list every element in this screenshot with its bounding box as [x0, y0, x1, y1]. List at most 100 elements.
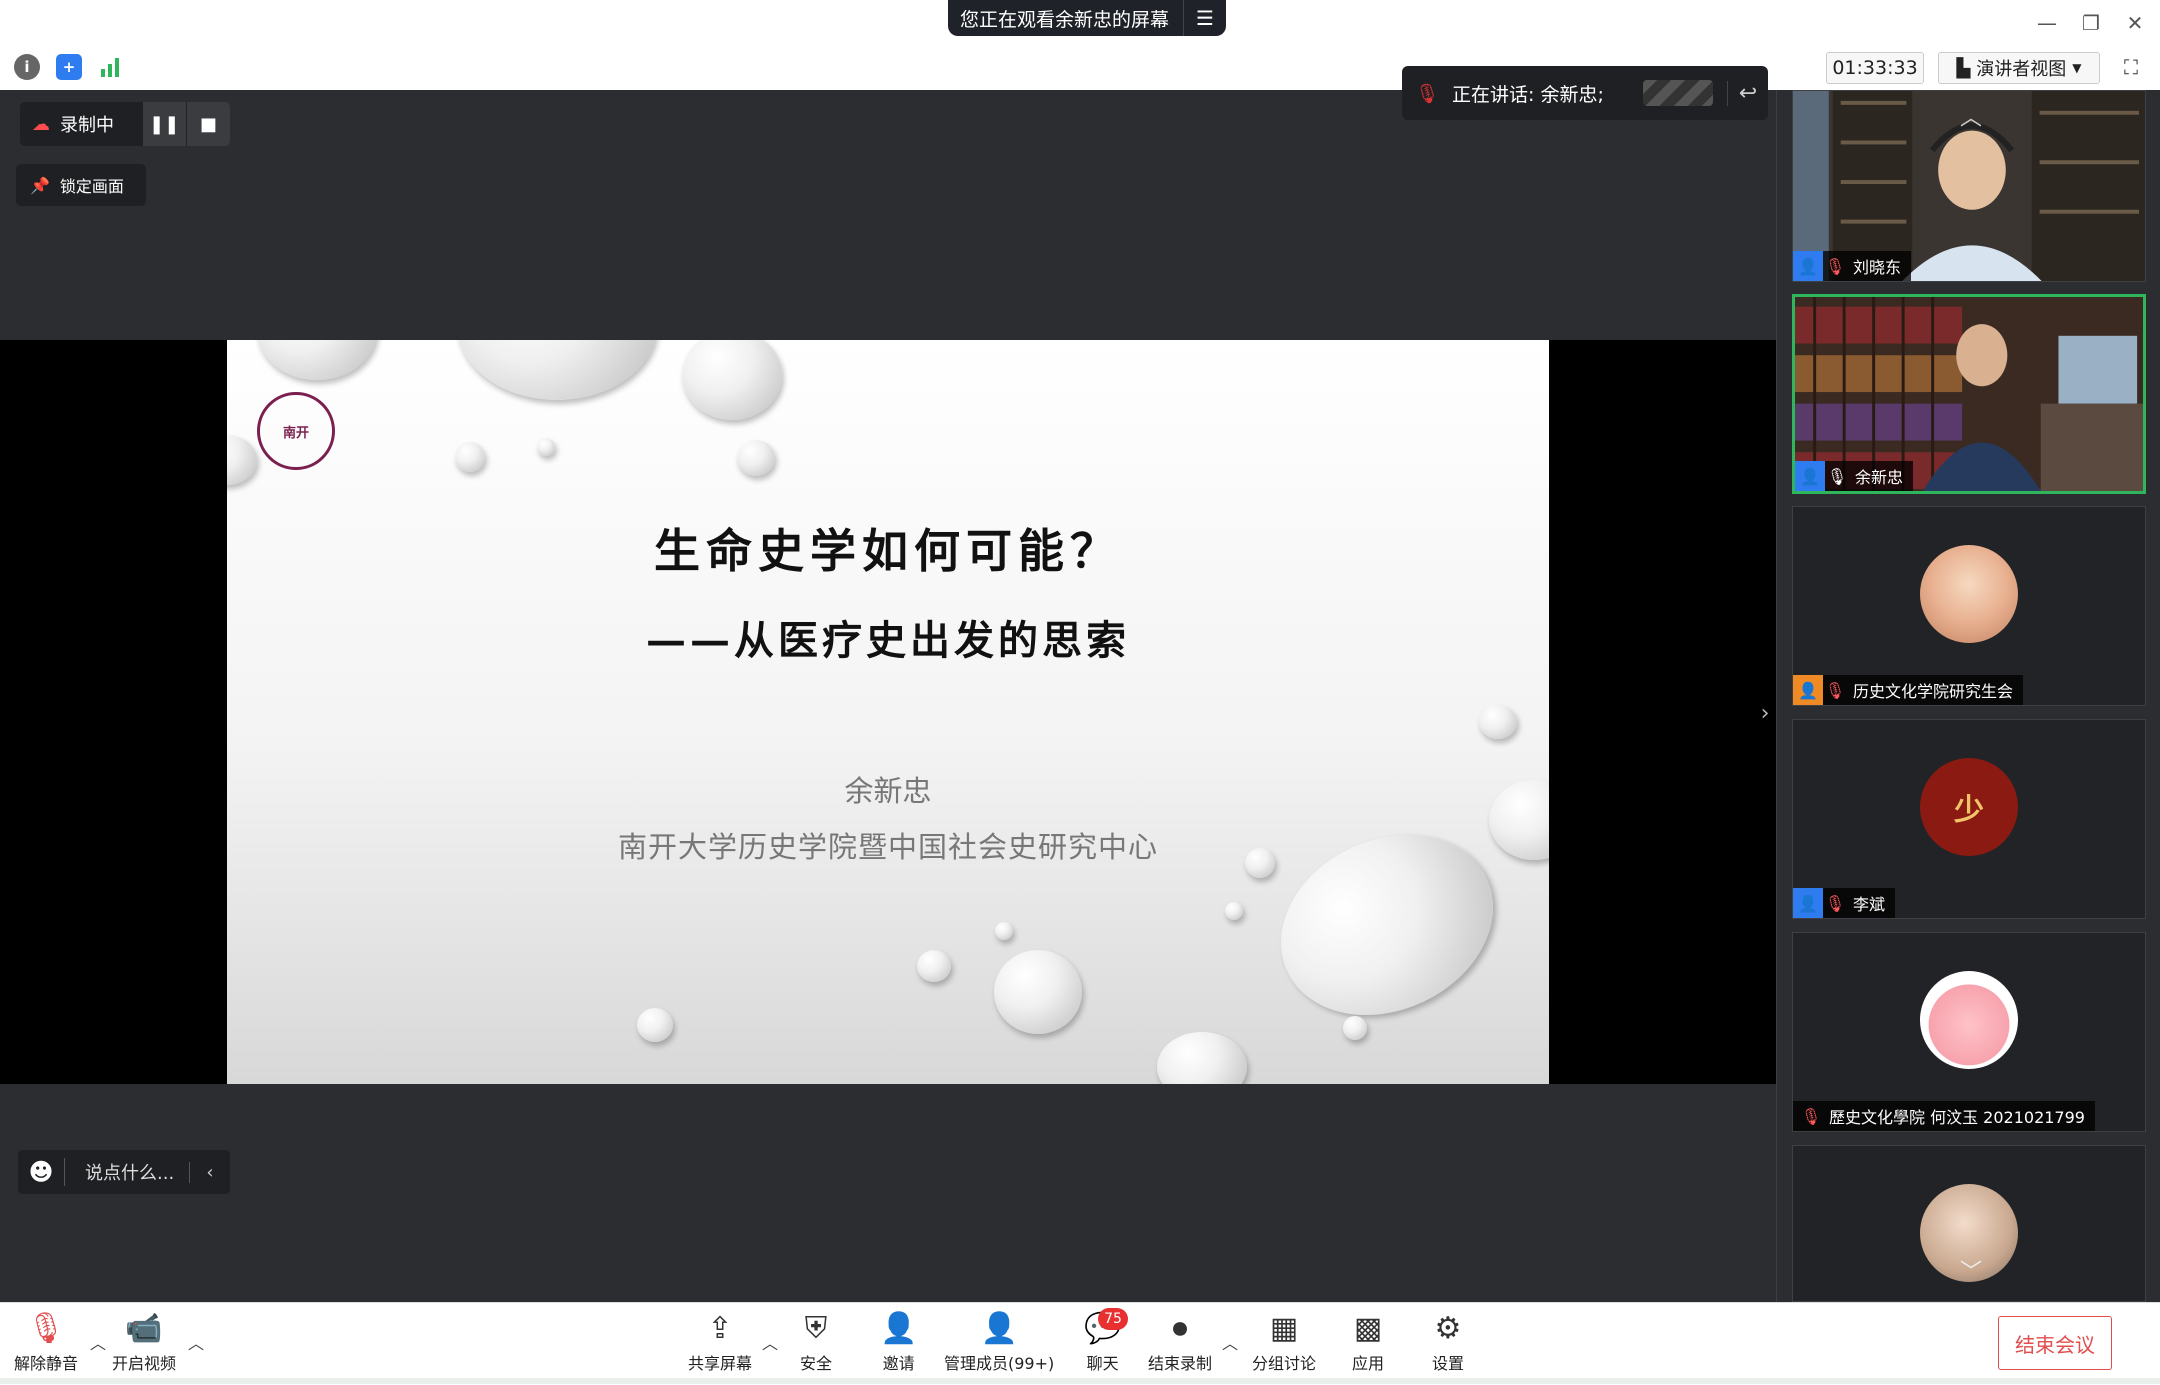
lock-screen-button[interactable]: 📌 锁定画面 — [16, 164, 146, 206]
water-drop — [995, 922, 1013, 940]
mic-muted-icon: 🎙 — [1824, 893, 1846, 913]
participant-role-icon: 👤 — [1795, 461, 1825, 491]
stop-record-icon: ⏺ — [1172, 1311, 1188, 1346]
participant-tile[interactable]: 🎙 歷史文化學院 何汶玉 2021021799 — [1792, 932, 2146, 1132]
collapse-chevron-icon[interactable]: ‹ — [189, 1161, 230, 1183]
reply-icon[interactable]: ↩ — [1727, 80, 1768, 106]
meeting-timer: 01:33:33 — [1826, 52, 1924, 84]
gear-icon: ⚙ — [1434, 1311, 1462, 1346]
apps-button[interactable]: ▩ 应用 — [1352, 1308, 1384, 1374]
panel-toggle-chevron-icon[interactable]: › — [1754, 698, 1776, 728]
restore-button[interactable]: ❐ — [2074, 6, 2108, 40]
pause-recording-button[interactable]: ❚❚ — [142, 102, 186, 146]
mic-active-icon: 🎙 — [1826, 466, 1848, 486]
unmute-label: 解除静音 — [14, 1354, 79, 1373]
manage-members-label: 管理成员(99+) — [944, 1354, 1055, 1373]
info-icon[interactable]: i — [14, 54, 40, 80]
scroll-up-chevron-icon[interactable]: ︿ — [1960, 100, 1982, 132]
water-drop — [994, 950, 1082, 1034]
end-meeting-button[interactable]: 结束会议 — [1998, 1316, 2112, 1370]
breakout-button[interactable]: ▦ 分组讨论 — [1252, 1308, 1316, 1374]
apps-grid-icon: ▩ — [1353, 1311, 1383, 1346]
speaking-indicator: 🎙 正在讲话: 余新忠; ↩ — [1402, 66, 1768, 120]
stop-recording-icon[interactable]: ■ — [185, 102, 230, 146]
unmute-button[interactable]: 🎙 解除静音 — [14, 1308, 78, 1374]
recording-status: ☁ 录制中 — [20, 111, 143, 137]
audio-options-chevron-icon[interactable]: ︿ — [90, 1330, 106, 1354]
stop-recording-button[interactable]: ⏺ 结束录制 — [1148, 1308, 1212, 1374]
security-label: 安全 — [800, 1354, 833, 1373]
participant-tile-active[interactable]: 👤 🎙 余新忠 — [1792, 294, 2146, 494]
water-drop — [1157, 1032, 1247, 1084]
chevron-down-icon: ▼ — [2072, 61, 2082, 75]
view-mode-dropdown[interactable]: ▙ 演讲者视图 ▼ — [1938, 52, 2100, 84]
participant-role-icon: 👤 — [1793, 251, 1823, 281]
video-off-icon: 📹 — [125, 1311, 163, 1346]
close-button[interactable]: ✕ — [2118, 6, 2152, 40]
water-drop — [227, 435, 257, 485]
members-icon: 👤 — [980, 1311, 1018, 1346]
chat-label: 聊天 — [1086, 1354, 1119, 1373]
presentation-slide: 南开 生命史学如何可能？ ——从医疗史出发的思索 余新忠 南开大学历史学院暨中国… — [227, 340, 1549, 1084]
participant-avatar — [1920, 545, 2018, 643]
viewing-banner-label: 您正在观看余新忠的屏幕 — [960, 8, 1170, 31]
participant-name: 歷史文化學院 何汶玉 2021021799 — [1829, 1108, 2085, 1127]
university-logo: 南开 — [257, 392, 335, 470]
pin-icon: 📌 — [30, 175, 50, 195]
start-video-button[interactable]: 📹 开启视频 — [112, 1308, 176, 1374]
minimize-button[interactable]: — — [2030, 6, 2064, 40]
water-drop — [637, 1008, 673, 1042]
viewing-screen-banner[interactable]: 您正在观看余新忠的屏幕 ☰ — [948, 0, 1227, 36]
water-drop — [737, 440, 775, 476]
security-button[interactable]: ⛨ 安全 — [800, 1308, 832, 1374]
participant-name: 历史文化学院研究生会 — [1853, 682, 2014, 701]
share-screen-icon: ⇪ — [707, 1311, 733, 1346]
view-mode-label: 演讲者视图 — [1976, 59, 2067, 80]
mic-muted-icon: 🎙 — [1824, 256, 1846, 276]
record-options-chevron-icon[interactable]: ︿ — [1222, 1330, 1238, 1354]
water-drop — [455, 442, 485, 472]
water-drop — [1479, 705, 1517, 739]
mic-muted-icon: 🎙 — [1800, 1106, 1822, 1126]
participant-avatar: 少 — [1920, 758, 2018, 856]
video-options-chevron-icon[interactable]: ︿ — [188, 1330, 204, 1354]
water-drop — [537, 438, 555, 456]
signal-strength-icon[interactable] — [98, 54, 124, 80]
mic-muted-icon: 🎙 — [1414, 82, 1440, 105]
cloud-record-icon: ☁ — [32, 113, 50, 135]
settings-button[interactable]: ⚙ 设置 — [1432, 1308, 1464, 1374]
invite-button[interactable]: 👤 邀请 — [880, 1308, 917, 1374]
bottom-border — [0, 1378, 2160, 1384]
lock-screen-label: 锁定画面 — [59, 177, 124, 196]
water-drop — [1225, 902, 1243, 920]
host-role-icon: 👤 — [1793, 675, 1823, 705]
speaker-avatar-blur — [1643, 80, 1713, 106]
fullscreen-icon[interactable]: ⛶ — [2118, 54, 2144, 80]
participant-tile[interactable]: 少 👤 🎙 李斌 — [1792, 719, 2146, 919]
slide-affiliation: 南开大学历史学院暨中国社会史研究中心 — [617, 830, 1158, 864]
share-screen-label: 共享屏幕 — [688, 1354, 753, 1373]
breakout-rooms-icon: ▦ — [1269, 1311, 1299, 1346]
recording-control: ☁ 录制中 ❚❚ ■ — [20, 102, 230, 146]
slide-title: 生命史学如何可能？ — [654, 524, 1122, 578]
participant-avatar — [1920, 971, 2018, 1069]
share-screen-button[interactable]: ⇪ 共享屏幕 — [688, 1308, 752, 1374]
scroll-down-chevron-icon[interactable]: ﹀ — [1960, 1254, 1982, 1286]
participant-tile[interactable]: 👤 🎙 历史文化学院研究生会 — [1792, 506, 2146, 706]
add-user-icon: 👤 — [880, 1311, 918, 1346]
quick-chat-box[interactable]: ☻ 说点什么... ‹ — [18, 1150, 230, 1194]
banner-menu-icon[interactable]: ☰ — [1183, 0, 1226, 36]
emoji-icon[interactable]: ☻ — [18, 1158, 65, 1186]
start-video-label: 开启视频 — [112, 1354, 177, 1373]
stop-recording-label: 结束录制 — [1148, 1354, 1213, 1373]
participant-name: 刘晓东 — [1853, 258, 1902, 277]
water-drop — [917, 950, 951, 982]
share-options-chevron-icon[interactable]: ︿ — [762, 1330, 778, 1354]
shield-icon[interactable]: + — [56, 54, 82, 80]
chat-unread-badge: 75 — [1098, 1308, 1128, 1330]
chat-input[interactable]: 说点什么... — [65, 1159, 189, 1185]
manage-members-button[interactable]: 👤 管理成员(99+) — [944, 1308, 1054, 1374]
participant-namebar: 👤 🎙 刘晓东 — [1793, 251, 1912, 281]
participant-namebar: 👤 🎙 历史文化学院研究生会 — [1793, 675, 2024, 705]
water-drop — [1343, 1016, 1367, 1040]
